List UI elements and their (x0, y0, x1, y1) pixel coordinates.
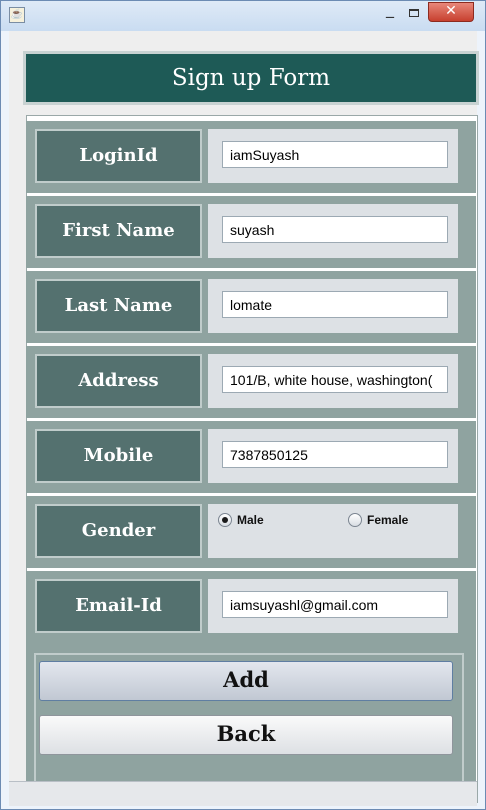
female-radio[interactable] (348, 513, 362, 527)
maximize-button[interactable] (401, 4, 427, 22)
client-area: Sign up Form LoginId First Name Last Nam… (9, 31, 479, 803)
gender-female-option[interactable]: Female (348, 513, 408, 527)
address-label: Address (35, 354, 202, 408)
male-radio-label: Male (237, 513, 264, 527)
maximize-icon (409, 9, 419, 17)
loginid-label: LoginId (35, 129, 202, 183)
java-icon[interactable]: ☕ (9, 7, 25, 23)
app-window: ☕ _ ✕ Sign up Form LoginId First Name La… (0, 0, 486, 810)
female-radio-label: Female (367, 513, 409, 527)
close-icon: ✕ (445, 3, 457, 19)
gender-row: Gender Male Female (26, 496, 476, 568)
back-button[interactable]: Back (39, 715, 453, 755)
add-button[interactable]: Add (39, 661, 453, 701)
mobile-input[interactable] (222, 441, 448, 468)
email-label: Email-Id (35, 579, 202, 633)
first-name-input[interactable] (222, 216, 448, 243)
email-row: Email-Id (26, 571, 476, 643)
gender-label: Gender (35, 504, 202, 558)
minimize-icon: _ (386, 0, 394, 18)
mobile-row: Mobile (26, 421, 476, 493)
first-name-label: First Name (35, 204, 202, 258)
close-button[interactable]: ✕ (428, 2, 474, 22)
last-name-label: Last Name (35, 279, 202, 333)
gender-male-option[interactable]: Male (218, 513, 264, 527)
loginid-row: LoginId (26, 121, 476, 193)
male-radio[interactable] (218, 513, 232, 527)
title-bar: ☕ _ ✕ (1, 1, 485, 31)
loginid-input[interactable] (222, 141, 448, 168)
page-title: Sign up Form (23, 51, 479, 105)
last-name-input[interactable] (222, 291, 448, 318)
address-input[interactable] (222, 366, 448, 393)
mobile-label: Mobile (35, 429, 202, 483)
first-name-row: First Name (26, 196, 476, 268)
minimize-button[interactable]: _ (377, 1, 403, 22)
address-row: Address (26, 346, 476, 418)
status-bar (9, 781, 477, 806)
email-input[interactable] (222, 591, 448, 618)
last-name-row: Last Name (26, 271, 476, 343)
